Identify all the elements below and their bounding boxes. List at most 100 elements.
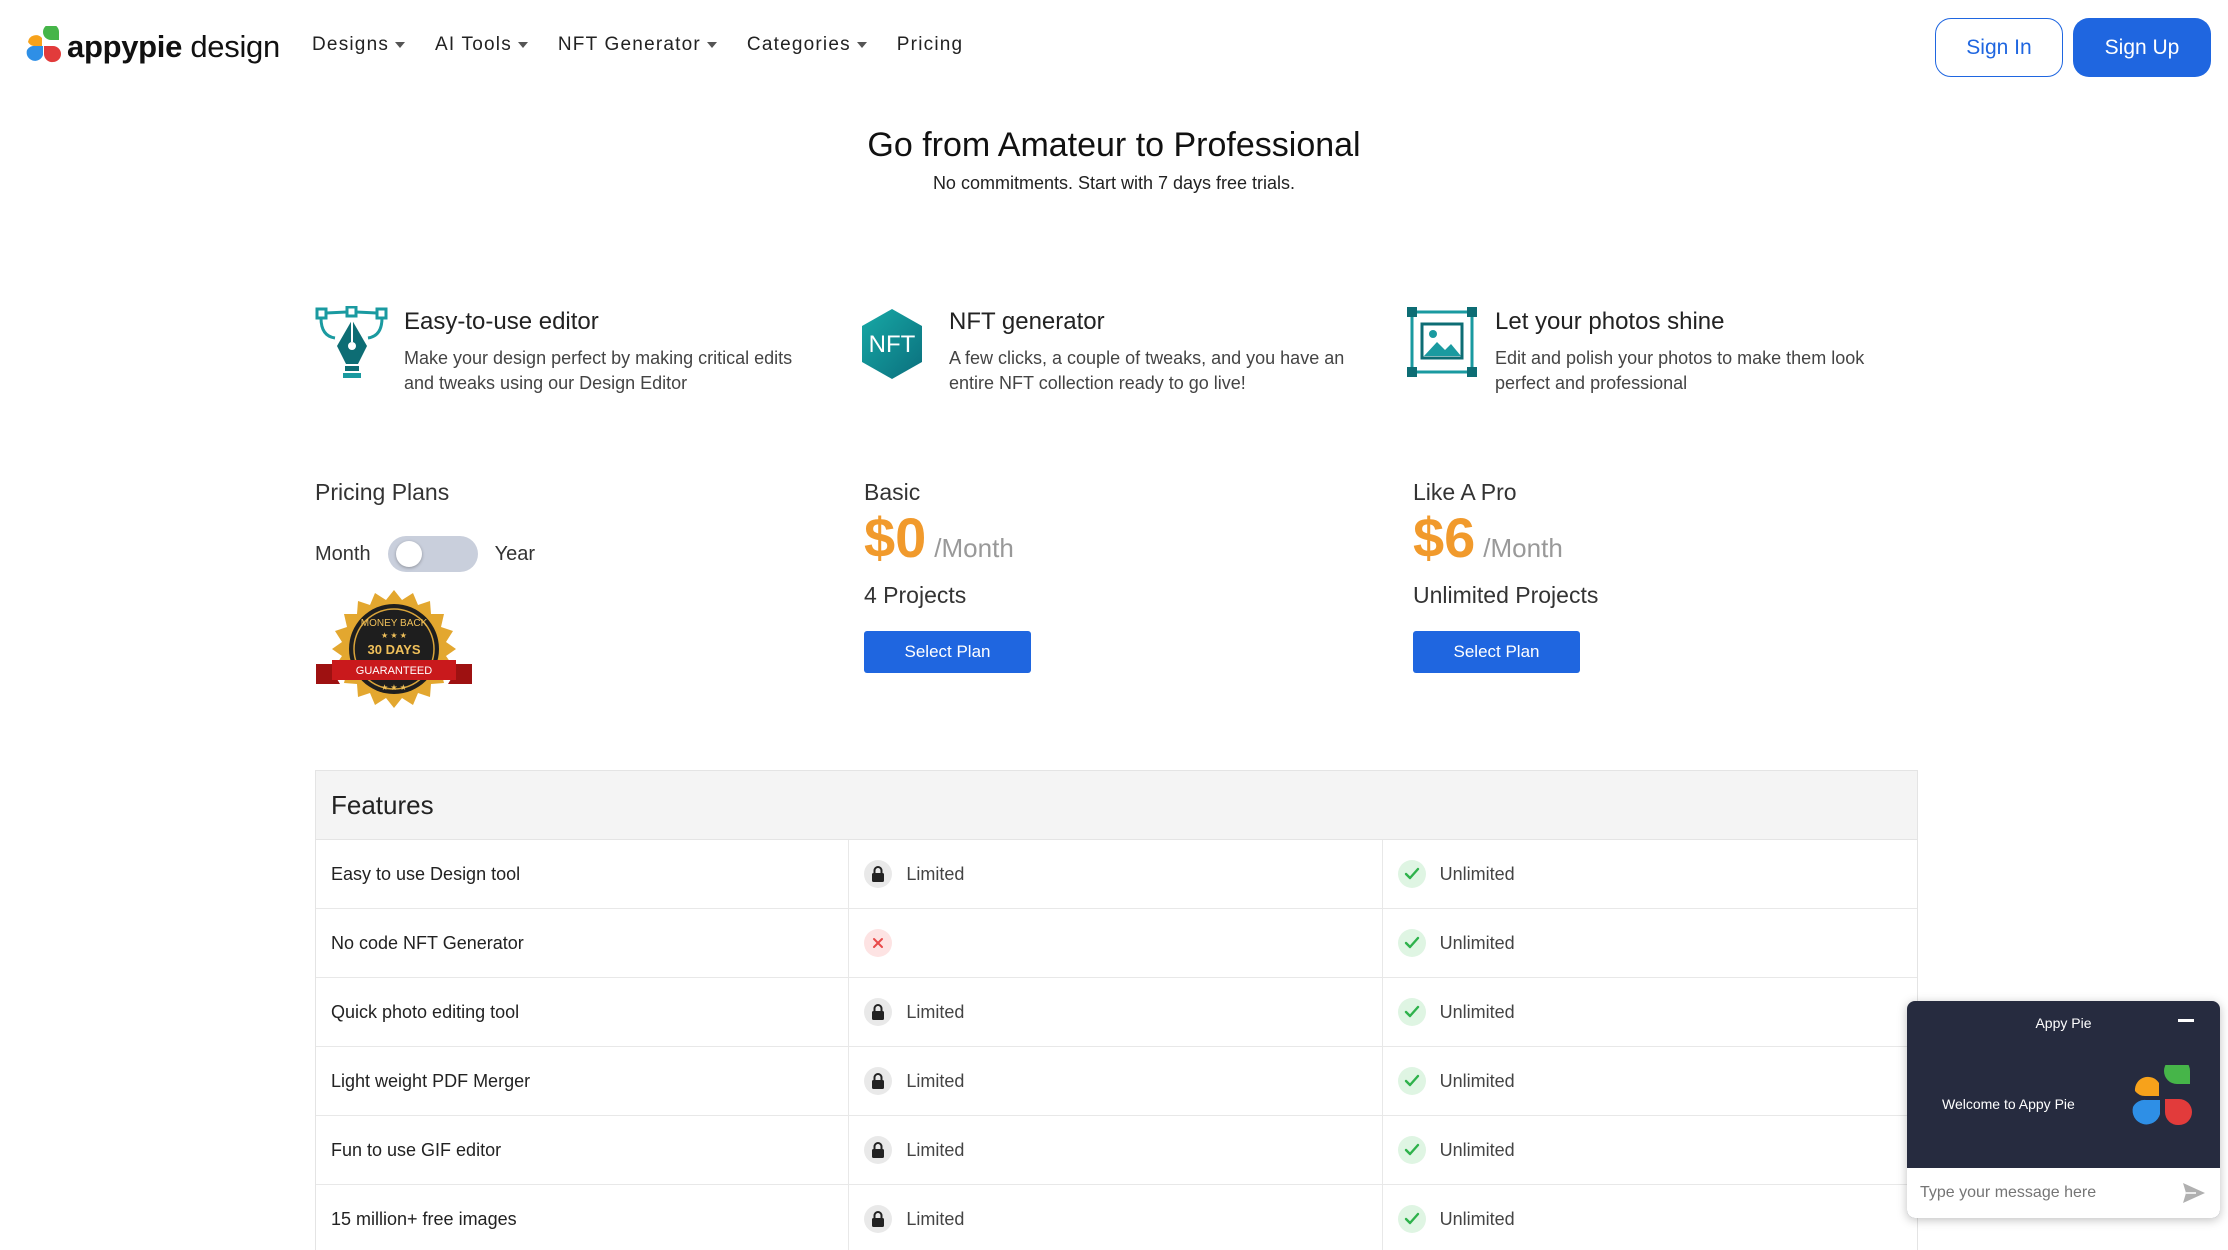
chat-title: Appy Pie xyxy=(2035,1015,2092,1031)
lock-icon xyxy=(864,1205,893,1233)
check-icon xyxy=(1397,998,1426,1026)
feature-pro-value: Unlimited xyxy=(1439,932,1515,953)
feature-pro-cell: Unlimited xyxy=(1383,840,1917,908)
toggle-month-label[interactable]: Month xyxy=(315,543,371,566)
pen-tool-icon xyxy=(315,306,388,378)
svg-text:★ ★ ★: ★ ★ ★ xyxy=(381,631,407,640)
table-row: Light weight PDF Merger Limited Unlimited xyxy=(316,1047,1917,1116)
feature-pro-cell: Unlimited xyxy=(1383,1185,1917,1250)
lock-icon xyxy=(864,998,893,1026)
feature-pro-cell: Unlimited xyxy=(1383,978,1917,1046)
pricing-plans-title: Pricing Plans xyxy=(315,479,450,505)
logo-text-bold: appypie xyxy=(67,29,183,64)
lock-icon xyxy=(864,1067,893,1095)
feature-basic-value: Limited xyxy=(906,1208,965,1229)
nav-pricing[interactable]: Pricing xyxy=(897,34,963,56)
chat-input-bar xyxy=(1907,1168,2220,1218)
logo-text-light: design xyxy=(182,29,280,64)
feature-pro-value: Unlimited xyxy=(1439,1001,1515,1022)
table-row: Easy to use Design tool Limited Unlimited xyxy=(316,840,1917,909)
lock-icon xyxy=(864,1136,893,1164)
minimize-icon[interactable] xyxy=(2178,1019,2194,1022)
chevron-down-icon xyxy=(856,42,867,48)
feature-pro-cell: Unlimited xyxy=(1383,1116,1917,1184)
sign-up-button[interactable]: Sign Up xyxy=(2073,18,2211,77)
plan-basic-period: /Month xyxy=(934,533,1014,563)
appypie-logo-icon xyxy=(26,26,61,63)
nav-ai-tools[interactable]: AI Tools xyxy=(435,34,528,56)
feature-basic-cell: Limited xyxy=(849,1185,1383,1250)
main-nav: Designs AI Tools NFT Generator Categorie… xyxy=(312,34,993,56)
plan-basic-projects: 4 Projects xyxy=(864,582,967,608)
highlight-photos-title: Let your photos shine xyxy=(1495,308,1725,335)
select-plan-pro-button[interactable]: Select Plan xyxy=(1413,631,1580,673)
photo-frame-icon xyxy=(1407,307,1477,377)
badge-days-text: 30 DAYS xyxy=(368,642,421,657)
feature-pro-value: Unlimited xyxy=(1439,863,1515,884)
page-subtitle: No commitments. Start with 7 days free t… xyxy=(932,173,1296,193)
feature-name: Quick photo editing tool xyxy=(316,978,850,1046)
nav-ai-tools-label: AI Tools xyxy=(435,34,512,55)
svg-text:★ ★ ★: ★ ★ ★ xyxy=(381,683,407,692)
nft-hexagon-icon: NFT xyxy=(862,309,922,379)
check-icon xyxy=(1397,1205,1426,1233)
badge-top-text: MONEY BACK xyxy=(361,618,428,629)
toggle-year-label[interactable]: Year xyxy=(495,543,535,566)
page-title: Go from Amateur to Professional xyxy=(867,126,1361,164)
nav-designs[interactable]: Designs xyxy=(312,34,406,56)
highlight-editor-description: Make your design perfect by making criti… xyxy=(404,348,793,393)
plan-pro-projects: Unlimited Projects xyxy=(1413,582,1599,608)
plan-basic-amount: $0 xyxy=(864,506,927,569)
toggle-knob xyxy=(395,541,422,567)
nav-designs-label: Designs xyxy=(312,34,390,55)
feature-basic-value: Limited xyxy=(906,1001,965,1022)
nav-categories[interactable]: Categories xyxy=(747,34,867,56)
highlight-photos-description: Edit and polish your photos to make them… xyxy=(1495,348,1865,393)
money-back-badge: MONEY BACK ★ ★ ★ 30 DAYS GUARANTEED ★ ★ … xyxy=(316,590,472,708)
feature-pro-cell: Unlimited xyxy=(1383,909,1917,977)
billing-toggle[interactable] xyxy=(387,536,478,572)
nav-nft-generator[interactable]: NFT Generator xyxy=(558,34,717,56)
feature-basic-cell: Limited xyxy=(849,1116,1383,1184)
x-icon xyxy=(864,929,893,957)
nav-nft-generator-label: NFT Generator xyxy=(557,34,701,55)
feature-name: No code NFT Generator xyxy=(316,909,850,977)
sign-in-button[interactable]: Sign In xyxy=(1935,18,2063,77)
check-icon xyxy=(1397,1067,1426,1095)
chat-message-input[interactable] xyxy=(1920,1184,2170,1202)
feature-basic-value: Limited xyxy=(906,863,965,884)
table-row: Quick photo editing tool Limited Unlimited xyxy=(316,978,1917,1047)
features-rows: Easy to use Design tool Limited Unlimited N… xyxy=(316,840,1917,1250)
feature-name: Easy to use Design tool xyxy=(316,840,850,908)
appypie-chat-logo-icon xyxy=(2132,1065,2192,1126)
table-row: Fun to use GIF editor Limited Unlimited xyxy=(316,1116,1917,1185)
svg-text:NFT: NFT xyxy=(869,331,916,358)
plan-basic-name: Basic xyxy=(864,479,921,505)
check-icon xyxy=(1397,1136,1426,1164)
feature-basic-cell: Limited xyxy=(849,840,1383,908)
features-heading: Features xyxy=(316,771,1917,840)
send-icon[interactable] xyxy=(2182,1182,2206,1204)
highlight-nft-description: A few clicks, a couple of tweaks, and yo… xyxy=(949,348,1345,393)
select-plan-basic-button[interactable]: Select Plan xyxy=(864,631,1031,673)
nav-pricing-label: Pricing xyxy=(896,34,964,55)
badge-bottom-text: GUARANTEED xyxy=(356,665,432,677)
feature-basic-value: Limited xyxy=(906,1070,965,1091)
features-table: Features Easy to use Design tool Limited U… xyxy=(315,770,1918,1250)
feature-name: 15 million+ free images xyxy=(316,1185,850,1250)
appypie-logo[interactable]: appypie design xyxy=(24,26,280,68)
plan-basic: Basic $0 /Month 4 Projects Select Plan xyxy=(864,479,1031,673)
feature-name: Light weight PDF Merger xyxy=(316,1047,850,1115)
feature-pro-value: Unlimited xyxy=(1439,1208,1515,1229)
table-row: 15 million+ free images Limited Unlimited xyxy=(316,1185,1917,1250)
nav-categories-label: Categories xyxy=(746,34,851,55)
plan-pro: Like A Pro $6 /Month Unlimited Projects … xyxy=(1413,479,1598,673)
feature-basic-cell xyxy=(849,909,1383,977)
billing-toggle-group: Month Year xyxy=(315,536,535,572)
feature-pro-cell: Unlimited xyxy=(1383,1047,1917,1115)
chat-widget: Appy Pie Welcome to Appy Pie xyxy=(1907,1001,2220,1218)
feature-pro-value: Unlimited xyxy=(1439,1139,1515,1160)
plan-pro-price: $6 /Month xyxy=(1413,510,1598,566)
chevron-down-icon xyxy=(706,42,717,48)
highlight-editor-title: Easy-to-use editor xyxy=(404,308,599,335)
